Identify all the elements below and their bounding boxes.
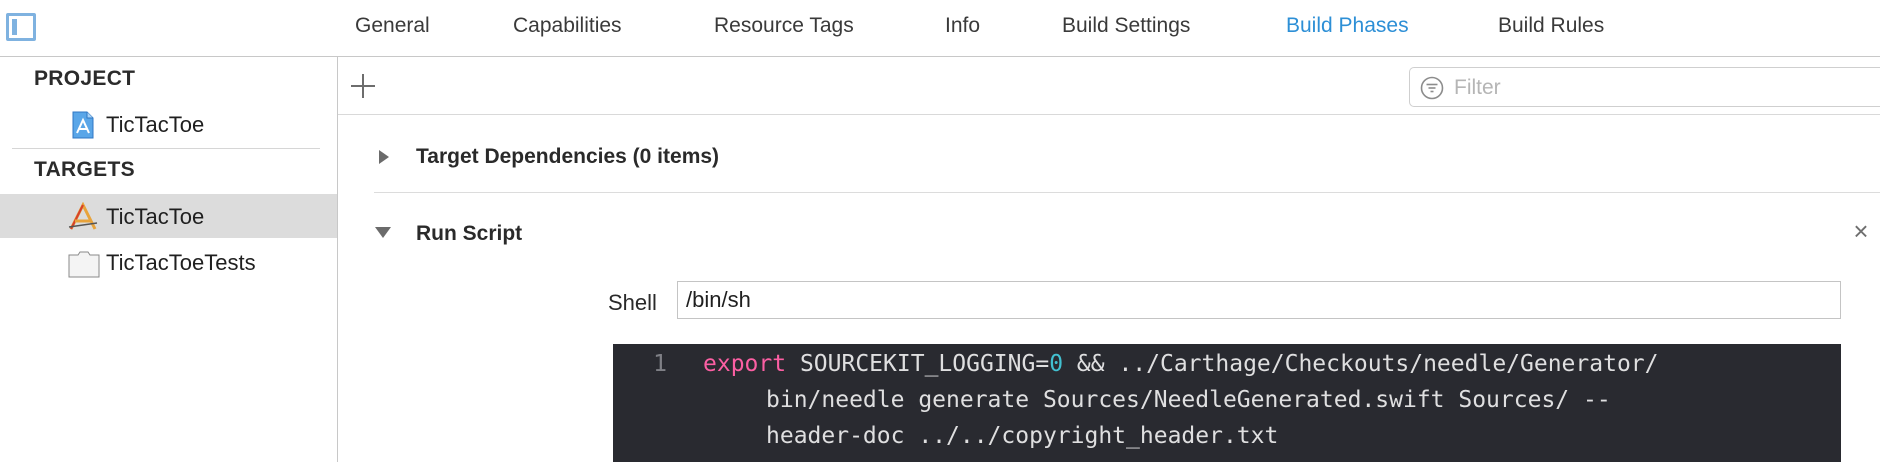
app-target-icon [68, 201, 98, 232]
filter-input[interactable] [1452, 74, 1856, 102]
tab-build-rules[interactable]: Build Rules [1498, 14, 1604, 38]
tab-general[interactable]: General [355, 14, 430, 38]
project-navigator-sidebar: PROJECT TicTacToe TARGETS TicTacToe TicT… [0, 57, 338, 462]
phase-title: Run Script [416, 222, 523, 245]
test-bundle-icon [68, 248, 100, 278]
sidebar-item-target-tictactoe[interactable]: TicTacToe [0, 194, 337, 238]
code-text: && ../Carthage/Checkouts/needle/Generato… [1063, 351, 1659, 377]
add-build-phase-button[interactable] [350, 73, 376, 99]
phase-title: Target Dependencies (0 items) [416, 145, 720, 168]
tab-build-phases[interactable]: Build Phases [1286, 14, 1409, 38]
phase-run-script[interactable]: Run Script [374, 220, 1880, 260]
editor-tab-bar: General Capabilities Resource Tags Info … [0, 0, 1880, 57]
code-line-1: export SOURCEKIT_LOGGING=0 && ../Carthag… [703, 351, 1659, 377]
filter-field[interactable] [1409, 67, 1880, 107]
sidebar-item-label: TicTacToe [106, 112, 205, 137]
code-variable: SOURCEKIT_LOGGING= [786, 351, 1050, 377]
code-line-1-wrap-3: header-doc ../../copyright_header.txt [766, 423, 1279, 449]
toolbar-divider [338, 114, 1880, 115]
close-icon[interactable]: × [1850, 218, 1872, 244]
code-keyword: export [703, 351, 787, 377]
xcode-project-icon [68, 110, 98, 140]
sidebar-item-label: TicTacToe [106, 204, 205, 229]
disclosure-triangle-expanded-icon[interactable] [374, 223, 392, 241]
sidebar-divider [12, 148, 320, 149]
line-number: 1 [653, 351, 667, 377]
targets-section-header: TARGETS [34, 158, 135, 181]
tab-build-settings[interactable]: Build Settings [1062, 14, 1190, 38]
sidebar-toggle-icon[interactable] [6, 13, 36, 41]
tab-capabilities[interactable]: Capabilities [513, 14, 622, 38]
script-code-editor[interactable]: 1 export SOURCEKIT_LOGGING=0 && ../Carth… [613, 344, 1841, 462]
sidebar-item-project-tictactoe[interactable]: TicTacToe [0, 102, 337, 146]
build-phases-editor: Target Dependencies (0 items) Run Script… [338, 57, 1880, 462]
project-section-header: PROJECT [34, 67, 136, 90]
code-number: 0 [1049, 351, 1064, 377]
shell-label: Shell [608, 290, 657, 315]
phase-target-dependencies[interactable]: Target Dependencies (0 items) [374, 142, 1880, 182]
tab-resource-tags[interactable]: Resource Tags [714, 14, 854, 38]
tab-info[interactable]: Info [945, 14, 980, 38]
shell-input[interactable] [677, 281, 1841, 319]
sidebar-item-target-tictactoetests[interactable]: TicTacToeTests [0, 240, 337, 284]
filter-icon [1420, 76, 1444, 100]
disclosure-triangle-collapsed-icon[interactable] [374, 148, 392, 166]
sidebar-item-label: TicTacToeTests [106, 250, 256, 275]
phase-divider [374, 192, 1880, 193]
code-line-1-wrap-2: bin/needle generate Sources/NeedleGenera… [766, 387, 1611, 413]
